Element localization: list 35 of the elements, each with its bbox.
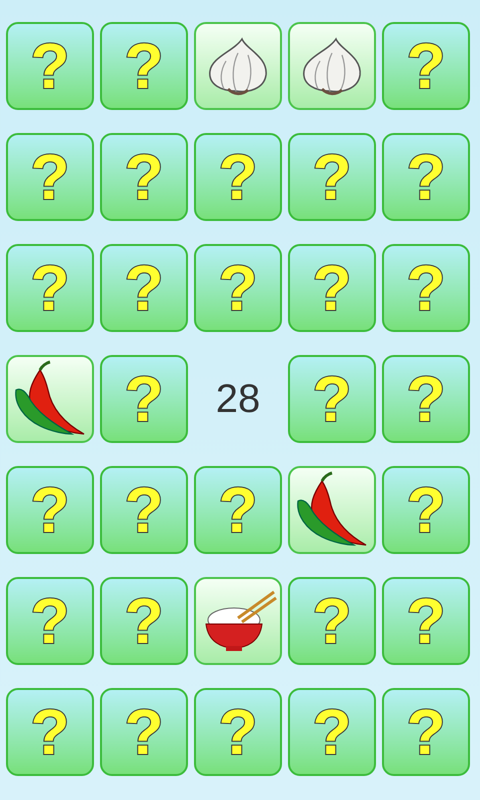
move-counter: 28 — [216, 379, 260, 419]
face-down-card[interactable]: ? — [288, 688, 376, 776]
face-down-card[interactable]: ? — [6, 466, 94, 554]
revealed-card[interactable] — [194, 22, 282, 110]
face-down-card[interactable]: ? — [382, 22, 470, 110]
face-down-card[interactable]: ? — [6, 577, 94, 665]
face-down-card[interactable]: ? — [194, 688, 282, 776]
face-down-card[interactable]: ? — [288, 355, 376, 443]
face-down-card[interactable]: ? — [100, 466, 188, 554]
revealed-card[interactable] — [6, 355, 94, 443]
face-down-card[interactable]: ? — [6, 688, 94, 776]
face-down-card[interactable]: ? — [288, 577, 376, 665]
face-down-card[interactable]: ? — [194, 133, 282, 221]
face-down-card[interactable]: ? — [100, 244, 188, 332]
face-down-card[interactable]: ? — [382, 577, 470, 665]
revealed-card[interactable] — [288, 22, 376, 110]
face-down-card[interactable]: ? — [194, 244, 282, 332]
face-down-card[interactable]: ? — [382, 355, 470, 443]
face-down-card[interactable]: ? — [100, 688, 188, 776]
revealed-card[interactable] — [288, 466, 376, 554]
face-down-card[interactable]: ? — [100, 133, 188, 221]
revealed-card[interactable] — [194, 577, 282, 665]
face-down-card[interactable]: ? — [100, 577, 188, 665]
face-down-card[interactable]: ? — [382, 466, 470, 554]
face-down-card[interactable]: ? — [194, 466, 282, 554]
face-down-card[interactable]: ? — [288, 133, 376, 221]
face-down-card[interactable]: ? — [6, 22, 94, 110]
face-down-card[interactable]: ? — [382, 244, 470, 332]
face-down-card[interactable]: ? — [100, 355, 188, 443]
face-down-card[interactable]: ? — [382, 133, 470, 221]
face-down-card[interactable]: ? — [6, 244, 94, 332]
face-down-card[interactable]: ? — [6, 133, 94, 221]
face-down-card[interactable]: ? — [100, 22, 188, 110]
face-down-card[interactable]: ? — [382, 688, 470, 776]
face-down-card[interactable]: ? — [288, 244, 376, 332]
